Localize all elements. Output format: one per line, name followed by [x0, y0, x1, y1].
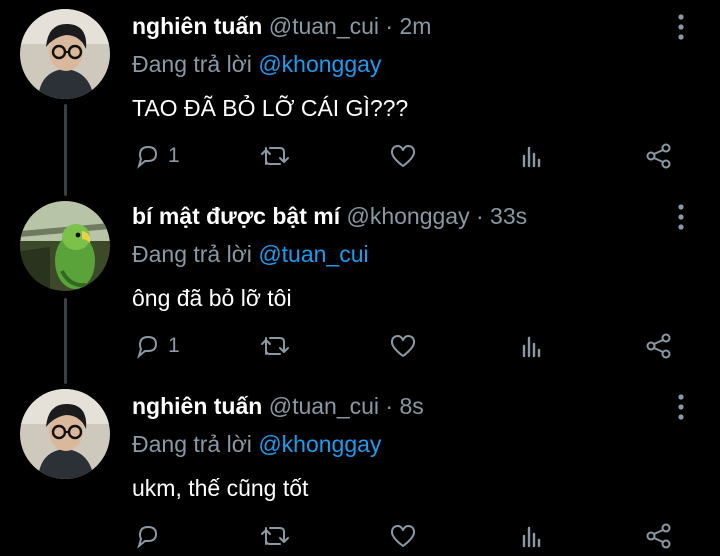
reply-icon [137, 145, 158, 169]
analytics-button[interactable] [518, 516, 546, 556]
separator-dot: · [475, 203, 484, 229]
like-button[interactable] [388, 136, 418, 176]
tweet-header: nghiên tuấn @tuan_cui · 8s [132, 386, 424, 426]
analytics-icon [522, 526, 541, 548]
reply-prefix: Đang trả lời [132, 241, 252, 267]
like-button[interactable] [388, 326, 418, 366]
like-icon [390, 525, 416, 547]
tweet[interactable]: nghiên tuấn @tuan_cui · 2m Đang trả lời … [0, 6, 720, 196]
analytics-button[interactable] [518, 326, 546, 366]
tweet-text: ukm, thế cũng tốt [132, 475, 309, 501]
green-parrot-avatar-icon [20, 201, 110, 291]
reply-count: 1 [168, 144, 180, 167]
replying-to: Đang trả lời @khonggay [132, 44, 381, 84]
reply-icon [137, 525, 158, 549]
analytics-button[interactable] [518, 136, 546, 176]
tweet-actions: 1 [0, 326, 720, 366]
tweet[interactable]: bí mật được bật mí @khonggay · 33s Đang … [0, 196, 720, 386]
like-icon [390, 335, 416, 357]
reply-button[interactable]: 1 [134, 136, 180, 176]
user-handle[interactable]: @khonggay [346, 203, 469, 229]
more-icon[interactable] [670, 202, 692, 232]
analytics-icon [522, 336, 541, 358]
reply-mention-link[interactable]: @tuan_cui [258, 241, 368, 267]
retweet-button[interactable] [258, 516, 292, 556]
reply-mention-link[interactable]: @khonggay [258, 51, 381, 77]
tweet-text: TAO ĐÃ BỎ LỠ CÁI GÌ??? [132, 95, 409, 121]
tweet-actions [0, 516, 720, 556]
display-name[interactable]: bí mật được bật mí [132, 203, 340, 229]
share-icon [646, 333, 671, 359]
retweet-button[interactable] [258, 136, 292, 176]
more-icon[interactable] [670, 12, 692, 42]
more-icon[interactable] [670, 392, 692, 422]
tweet-header: nghiên tuấn @tuan_cui · 2m [132, 6, 431, 46]
share-button[interactable] [644, 516, 674, 556]
avatar[interactable] [20, 389, 110, 479]
user-handle[interactable]: @tuan_cui [269, 13, 379, 39]
share-button[interactable] [644, 136, 674, 176]
retweet-icon [261, 337, 289, 355]
retweet-icon [261, 147, 289, 165]
replying-to: Đang trả lời @tuan_cui [132, 234, 369, 274]
reply-button[interactable]: 1 [134, 326, 180, 366]
display-name[interactable]: nghiên tuấn [132, 13, 262, 39]
replying-to: Đang trả lời @khonggay [132, 424, 381, 464]
retweet-button[interactable] [258, 326, 292, 366]
share-icon [646, 523, 671, 549]
like-icon [390, 145, 416, 167]
tweet-actions: 1 [0, 136, 720, 176]
avatar[interactable] [20, 9, 110, 99]
like-button[interactable] [388, 516, 418, 556]
reply-mention-link[interactable]: @khonggay [258, 431, 381, 457]
display-name[interactable]: nghiên tuấn [132, 393, 262, 419]
reply-icon [137, 335, 158, 359]
separator-dot: · [385, 13, 394, 39]
share-button[interactable] [644, 326, 674, 366]
analytics-icon [522, 146, 541, 168]
tweet[interactable]: nghiên tuấn @tuan_cui · 8s Đang trả lời … [0, 386, 720, 549]
tweet-header: bí mật được bật mí @khonggay · 33s [132, 196, 527, 236]
person-glasses-avatar-icon [20, 389, 110, 479]
separator-dot: · [385, 393, 394, 419]
person-glasses-avatar-icon [20, 9, 110, 99]
reply-count: 1 [168, 334, 180, 357]
timestamp[interactable]: 33s [490, 203, 527, 229]
timestamp[interactable]: 8s [399, 393, 423, 419]
reply-prefix: Đang trả lời [132, 431, 252, 457]
reply-prefix: Đang trả lời [132, 51, 252, 77]
tweet-text: ông đã bỏ lỡ tôi [132, 285, 292, 311]
reply-button[interactable] [134, 516, 168, 556]
user-handle[interactable]: @tuan_cui [269, 393, 379, 419]
retweet-icon [261, 527, 289, 545]
share-icon [646, 143, 671, 169]
avatar[interactable] [20, 201, 110, 291]
timestamp[interactable]: 2m [399, 13, 431, 39]
